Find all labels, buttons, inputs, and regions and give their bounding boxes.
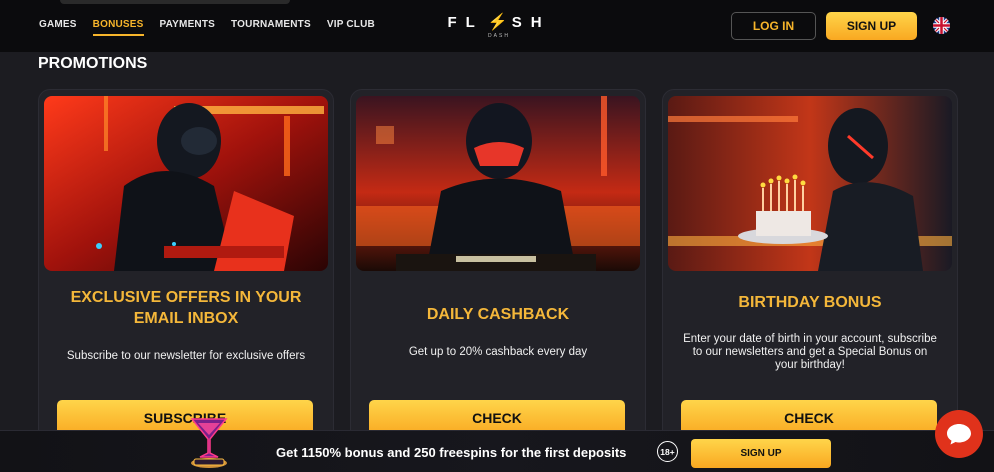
page-title: PROMOTIONS bbox=[38, 55, 148, 72]
promo-image-robot-cash bbox=[356, 96, 640, 271]
chat-button[interactable] bbox=[935, 410, 983, 458]
promo-card-title: BIRTHDAY BONUS bbox=[738, 294, 882, 311]
age-restriction-badge: 18+ bbox=[657, 441, 678, 462]
nav-games[interactable]: GAMES bbox=[39, 19, 77, 36]
promo-card-description: Enter your date of birth in your account… bbox=[683, 333, 937, 371]
promo-image-robot-cake bbox=[668, 96, 952, 271]
login-button[interactable]: LOG IN bbox=[731, 12, 816, 40]
promo-image-robot-laptop bbox=[44, 96, 328, 271]
lightning-icon: ⚡ bbox=[487, 14, 508, 31]
cocktail-gift-icon bbox=[188, 413, 230, 471]
logo-text-left: FL bbox=[447, 13, 484, 31]
nav-payments[interactable]: PAYMENTS bbox=[160, 19, 216, 36]
promo-card-birthday: BIRTHDAY BONUS Enter your date of birth … bbox=[662, 89, 958, 449]
nav-tournaments[interactable]: TOURNAMENTS bbox=[231, 19, 311, 36]
top-header: GAMES BONUSES PAYMENTS TOURNAMENTS VIP C… bbox=[0, 0, 994, 52]
site-logo[interactable]: FL ⚡ SH DASH bbox=[447, 12, 551, 40]
promo-card-email: EXCLUSIVE OFFERS IN YOUR EMAIL INBOX Sub… bbox=[38, 89, 334, 449]
nav-vip-club[interactable]: VIP CLUB bbox=[327, 19, 375, 36]
bottom-signup-button[interactable]: SIGN UP bbox=[691, 439, 831, 468]
logo-subtext: DASH bbox=[488, 33, 510, 39]
header-top-edge bbox=[60, 0, 290, 4]
promo-card-description: Subscribe to our newsletter for exclusiv… bbox=[66, 350, 306, 362]
promo-card-title: EXCLUSIVE OFFERS IN YOUR EMAIL INBOX bbox=[70, 289, 302, 327]
nav-bonuses[interactable]: BONUSES bbox=[92, 19, 144, 36]
promo-card-description: Get up to 20% cashback every day bbox=[408, 346, 588, 358]
chat-bubble-icon bbox=[947, 424, 971, 445]
signup-button[interactable]: SIGN UP bbox=[826, 12, 917, 40]
logo-text-right: SH bbox=[511, 13, 551, 31]
promo-card-cashback: DAILY CASHBACK Get up to 20% cashback ev… bbox=[350, 89, 646, 449]
promo-card-title: DAILY CASHBACK bbox=[426, 306, 570, 323]
uk-flag-icon[interactable] bbox=[933, 17, 950, 34]
bottom-promo-text: Get 1150% bonus and 250 freespins for th… bbox=[276, 445, 627, 460]
main-nav: GAMES BONUSES PAYMENTS TOURNAMENTS VIP C… bbox=[39, 19, 391, 36]
